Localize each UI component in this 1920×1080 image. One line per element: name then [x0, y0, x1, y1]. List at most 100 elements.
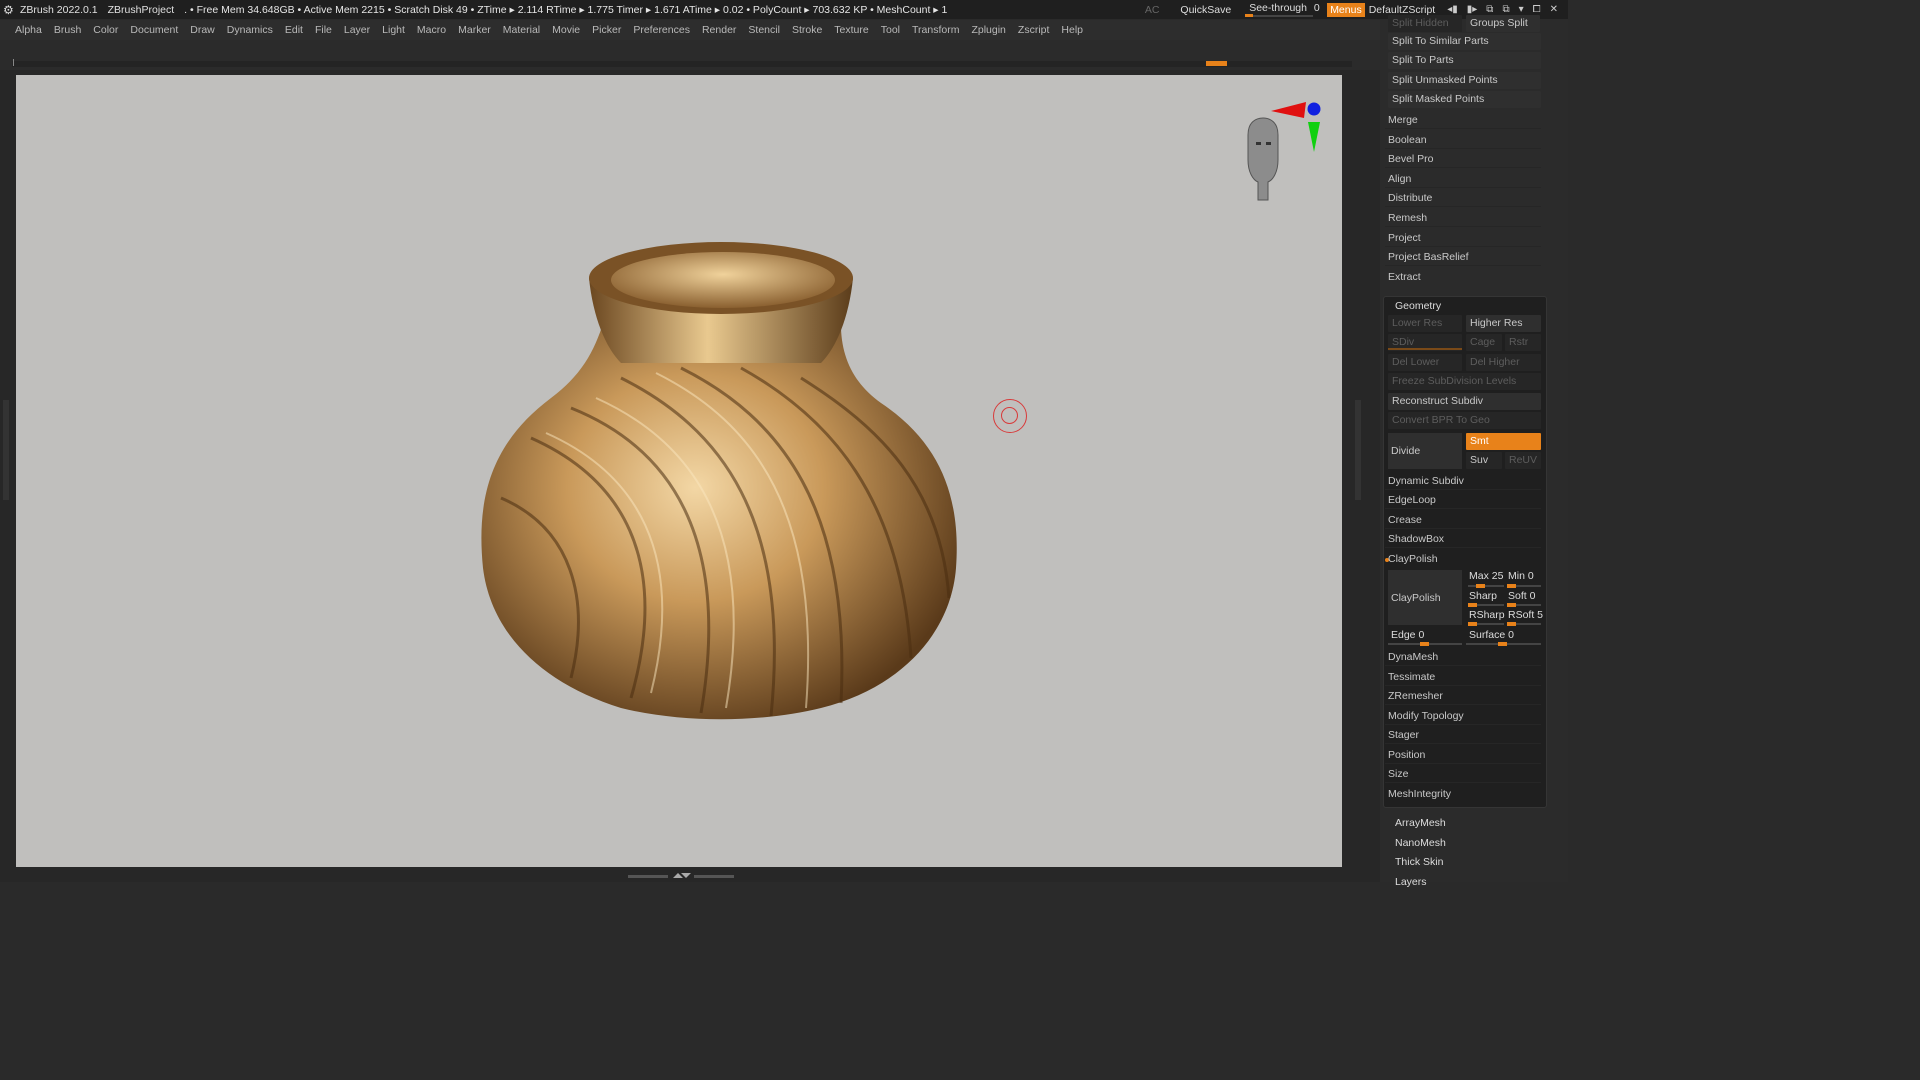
- menu-stroke[interactable]: Stroke: [792, 24, 822, 36]
- menu-light[interactable]: Light: [382, 24, 405, 36]
- subtool-row-project[interactable]: Project: [1385, 229, 1541, 247]
- layout-right-icon[interactable]: ▮▸: [1467, 4, 1478, 15]
- claypolish-max-slider[interactable]: Max 25: [1469, 570, 1503, 582]
- subtool-row-remesh[interactable]: Remesh: [1385, 209, 1541, 227]
- freeze-subdivision-button[interactable]: Freeze SubDivision Levels: [1388, 373, 1541, 390]
- axis-x-icon[interactable]: [1271, 102, 1306, 118]
- menu-zplugin[interactable]: Zplugin: [971, 24, 1005, 36]
- menu-stencil[interactable]: Stencil: [748, 24, 780, 36]
- groups-split-button[interactable]: Groups Split: [1466, 15, 1540, 32]
- split-masked-points-button[interactable]: Split Masked Points: [1388, 91, 1541, 108]
- axis-z-icon[interactable]: [1307, 102, 1321, 116]
- menu-marker[interactable]: Marker: [458, 24, 491, 36]
- convert-bpr-button[interactable]: Convert BPR To Geo: [1388, 412, 1541, 429]
- subtool-row-align[interactable]: Align: [1385, 170, 1541, 188]
- claypolish-rsharp-track[interactable]: [1468, 622, 1504, 626]
- claypolish-soft-track[interactable]: [1507, 603, 1541, 607]
- claypolish-rsoft-slider[interactable]: RSoft 5: [1508, 609, 1543, 621]
- split-to-parts-button[interactable]: Split To Parts: [1388, 52, 1541, 69]
- timeline-track[interactable]: [12, 61, 1352, 67]
- nanomesh-section[interactable]: NanoMesh: [1395, 837, 1446, 849]
- subtool-row-distribute[interactable]: Distribute: [1385, 189, 1541, 207]
- menu-macro[interactable]: Macro: [417, 24, 446, 36]
- reconstruct-subdiv-button[interactable]: Reconstruct Subdiv: [1388, 393, 1541, 410]
- higher-res-button[interactable]: Higher Res: [1466, 315, 1541, 332]
- claypolish-min-slider[interactable]: Min 0: [1508, 570, 1534, 582]
- rstr-button[interactable]: Rstr: [1505, 334, 1541, 351]
- menu-layer[interactable]: Layer: [344, 24, 370, 36]
- menu-file[interactable]: File: [315, 24, 332, 36]
- claypolish-section[interactable]: ClayPolish: [1385, 550, 1541, 568]
- subtool-row-merge[interactable]: Merge: [1385, 111, 1541, 129]
- smt-toggle[interactable]: Smt: [1466, 433, 1541, 450]
- geometry-title[interactable]: Geometry: [1395, 300, 1441, 312]
- split-unmasked-points-button[interactable]: Split Unmasked Points: [1388, 72, 1541, 89]
- split-hidden-button[interactable]: Split Hidden: [1388, 15, 1462, 32]
- geometry-row-zremesher[interactable]: ZRemesher: [1385, 687, 1541, 705]
- timeline-playhead[interactable]: [1206, 61, 1227, 66]
- layers-section[interactable]: Layers: [1395, 876, 1427, 888]
- lower-res-button[interactable]: Lower Res: [1388, 315, 1462, 332]
- subtool-row-boolean[interactable]: Boolean: [1385, 131, 1541, 149]
- reuv-toggle[interactable]: ReUV: [1505, 452, 1541, 469]
- geometry-row-shadowbox[interactable]: ShadowBox: [1385, 530, 1541, 548]
- claypolish-surface-track[interactable]: [1466, 642, 1541, 646]
- cage-button[interactable]: Cage: [1466, 334, 1502, 351]
- sdiv-slider-track[interactable]: [1388, 348, 1462, 350]
- claypolish-edge-track[interactable]: [1388, 642, 1462, 646]
- menu-movie[interactable]: Movie: [552, 24, 580, 36]
- restore-layout-icon[interactable]: ⧉: [1486, 4, 1493, 15]
- canvas-viewport[interactable]: [16, 75, 1342, 867]
- menu-color[interactable]: Color: [93, 24, 118, 36]
- menu-texture[interactable]: Texture: [834, 24, 868, 36]
- claypolish-sharp-track[interactable]: [1468, 603, 1504, 607]
- minimize-icon[interactable]: ▾: [1519, 4, 1524, 15]
- geometry-row-edgeloop[interactable]: EdgeLoop: [1385, 491, 1541, 509]
- claypolish-soft-slider[interactable]: Soft 0: [1508, 590, 1535, 602]
- menu-alpha[interactable]: Alpha: [15, 24, 42, 36]
- claypolish-min-track[interactable]: [1507, 584, 1541, 588]
- menu-document[interactable]: Document: [130, 24, 178, 36]
- menu-zscript[interactable]: Zscript: [1018, 24, 1050, 36]
- geometry-row-dynamic-subdiv[interactable]: Dynamic Subdiv: [1385, 472, 1541, 490]
- menu-edit[interactable]: Edit: [285, 24, 303, 36]
- menu-preferences[interactable]: Preferences: [633, 24, 690, 36]
- del-higher-button[interactable]: Del Higher: [1466, 354, 1541, 371]
- subtool-row-extract[interactable]: Extract: [1385, 268, 1541, 286]
- subtool-row-bevel-pro[interactable]: Bevel Pro: [1385, 150, 1541, 168]
- del-lower-button[interactable]: Del Lower: [1388, 354, 1462, 371]
- divide-button[interactable]: Divide: [1388, 433, 1462, 469]
- geometry-row-size[interactable]: Size: [1385, 765, 1541, 783]
- claypolish-rsharp-slider[interactable]: RSharp: [1469, 609, 1505, 621]
- geometry-row-crease[interactable]: Crease: [1385, 511, 1541, 529]
- default-zscript-button[interactable]: DefaultZScript: [1369, 4, 1436, 16]
- claypolish-sharp-slider[interactable]: Sharp: [1469, 590, 1497, 602]
- claypolish-button[interactable]: ClayPolish: [1388, 570, 1462, 625]
- claypolish-edge-slider[interactable]: Edge 0: [1391, 629, 1424, 641]
- geometry-row-tessimate[interactable]: Tessimate: [1385, 668, 1541, 686]
- menu-material[interactable]: Material: [503, 24, 540, 36]
- thick-skin-section[interactable]: Thick Skin: [1395, 856, 1443, 868]
- subtool-row-project-basrelief[interactable]: Project BasRelief: [1385, 248, 1541, 266]
- quicksave-button[interactable]: QuickSave: [1180, 4, 1231, 16]
- right-tray-handle[interactable]: [1355, 400, 1361, 500]
- menu-help[interactable]: Help: [1061, 24, 1083, 36]
- menu-dynamics[interactable]: Dynamics: [227, 24, 273, 36]
- menus-toggle-button[interactable]: Menus: [1327, 2, 1365, 17]
- bottom-tray-handle[interactable]: [628, 872, 734, 880]
- menu-tool[interactable]: Tool: [881, 24, 900, 36]
- menu-render[interactable]: Render: [702, 24, 736, 36]
- close-icon[interactable]: ✕: [1550, 4, 1558, 15]
- maximize-icon[interactable]: ⧠: [1533, 4, 1541, 15]
- menu-picker[interactable]: Picker: [592, 24, 621, 36]
- geometry-row-meshintegrity[interactable]: MeshIntegrity: [1385, 785, 1541, 803]
- suv-toggle[interactable]: Suv: [1466, 452, 1502, 469]
- arraymesh-section[interactable]: ArrayMesh: [1395, 817, 1446, 829]
- axis-y-icon[interactable]: [1308, 122, 1320, 152]
- menu-draw[interactable]: Draw: [190, 24, 215, 36]
- geometry-row-dynamesh[interactable]: DynaMesh: [1385, 648, 1541, 666]
- geometry-row-stager[interactable]: Stager: [1385, 726, 1541, 744]
- navigation-gizmo[interactable]: [1238, 100, 1338, 213]
- claypolish-max-track[interactable]: [1468, 584, 1504, 588]
- claypolish-rsoft-track[interactable]: [1507, 622, 1541, 626]
